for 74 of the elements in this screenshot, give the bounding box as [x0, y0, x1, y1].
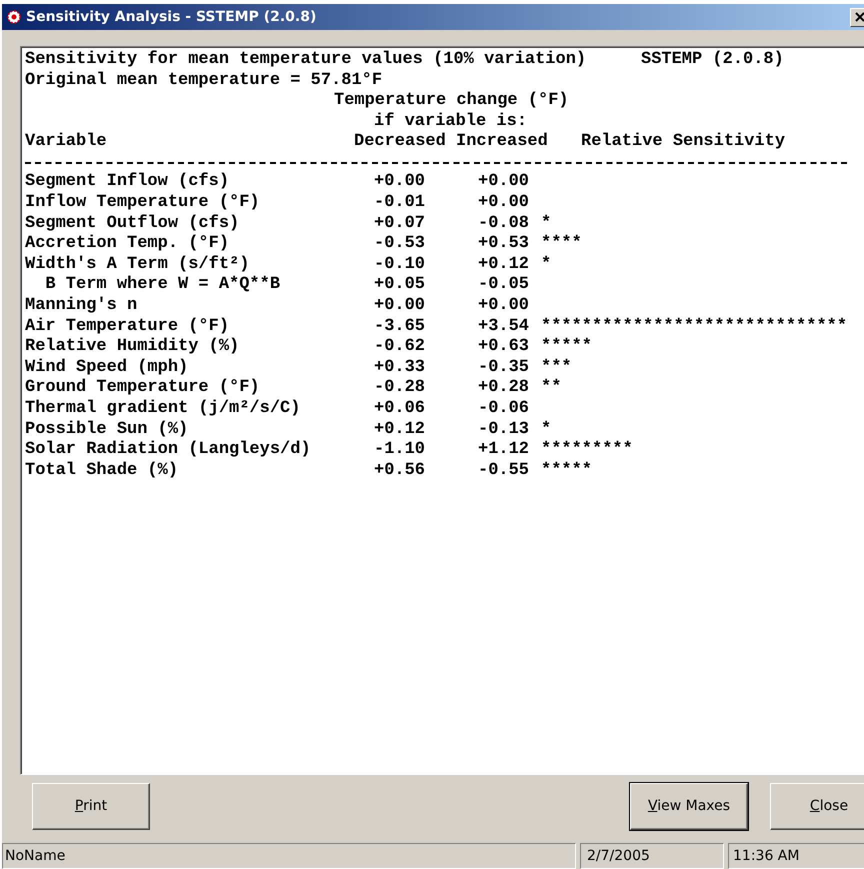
version-label: SSTEMP (2.0.8) — [641, 50, 784, 71]
value-cell-text: -0.55 — [478, 460, 530, 482]
value-cell-text: +0.07 — [374, 214, 426, 234]
dialog-button[interactable]: Close — [770, 782, 864, 830]
variable-cell-text: Possible Sun (%) — [25, 420, 190, 440]
value-cell-text: +0.00 — [478, 192, 530, 214]
value-cell-text: -0.01 — [374, 192, 426, 214]
value-cell-text: -1.10 — [374, 440, 426, 461]
sensitivity-stars: * — [541, 214, 552, 234]
variable-cell-text: Total Shade (%) — [25, 460, 180, 482]
status-panel: 2/7/2005 — [580, 843, 724, 869]
column-header: Increased — [456, 132, 549, 154]
variable-cell-text: Manning's n — [25, 296, 138, 317]
value-cell-text: -0.13 — [478, 420, 530, 440]
variable-cell-text: Ground Temperature (°F) — [25, 378, 261, 399]
report-title: Sensitivity for mean temperature values (10% variation) — [25, 50, 588, 71]
sensitivity-stars: ** — [541, 378, 562, 399]
variable-cell-text: Relative Humidity (%) — [25, 337, 240, 358]
value-cell-text: +0.28 — [478, 378, 530, 399]
value-cell-text: +0.12 — [374, 420, 426, 440]
sensitivity-stars: ***** — [541, 460, 592, 482]
value-cell-text: +0.00 — [478, 172, 530, 193]
dialog-button[interactable]: View Maxes — [630, 782, 748, 830]
value-cell-text: -0.35 — [478, 358, 530, 378]
value-cell-text: +0.33 — [374, 358, 426, 378]
value-cell-text: +0.00 — [478, 296, 530, 317]
variable-cell-text: Accretion Temp. (°F) — [25, 234, 230, 255]
close-icon — [855, 12, 864, 22]
column-header: Variable — [25, 132, 108, 154]
variable-cell-text: Width's A Term (s/ft²) — [25, 254, 250, 276]
window-title: Sensitivity Analysis - SSTEMP (2.0.8) — [26, 9, 316, 25]
value-cell-text: +0.05 — [374, 275, 426, 296]
status-panel: NoName — [2, 843, 576, 869]
value-cell-text: -0.08 — [478, 214, 530, 234]
status-panel: 11:36 AM — [728, 843, 864, 869]
variable-cell-text: Inflow Temperature (°F) — [25, 192, 261, 214]
sensitivity-stars: *** — [541, 358, 572, 378]
sensitivity-stars: * — [541, 254, 552, 276]
value-cell-text: -3.65 — [374, 316, 426, 338]
value-cell-text: -0.05 — [478, 275, 530, 296]
variable-cell-text: Thermal gradient (j/m²/s/C) — [25, 398, 302, 420]
variable-cell-text: Solar Radiation (Langleys/d) — [25, 440, 312, 461]
sensitivity-stars: ***** — [541, 337, 592, 358]
value-cell-text: +0.06 — [374, 398, 426, 420]
group-subheading: if variable is: — [374, 112, 528, 132]
app-icon — [6, 9, 22, 25]
variable-cell-text: Segment Outflow (cfs) — [25, 214, 240, 234]
sensitivity-stars: **** — [541, 234, 582, 255]
value-cell-text: -0.53 — [374, 234, 426, 255]
value-cell-text: -0.28 — [374, 378, 426, 399]
variable-cell-text: Segment Inflow (cfs) — [25, 172, 230, 193]
dialog-button[interactable]: Print — [32, 782, 150, 830]
value-cell-text: +1.12 — [478, 440, 530, 461]
value-cell-text: +0.53 — [478, 234, 530, 255]
sensitivity-stars: ********* — [541, 440, 633, 461]
value-cell-text: -0.62 — [374, 337, 426, 358]
variable-cell-text: Air Temperature (°F) — [25, 316, 230, 338]
close-button[interactable] — [850, 8, 864, 26]
group-heading: Temperature change (°F) — [334, 91, 569, 112]
value-cell-text: +0.63 — [478, 337, 530, 358]
value-cell-text: -0.06 — [478, 398, 530, 420]
sensitivity-stars: * — [541, 420, 552, 440]
value-cell-text: +0.56 — [374, 460, 426, 482]
value-cell-text: +0.00 — [374, 296, 426, 317]
variable-cell-text: B Term where W = A*Q**B — [44, 275, 282, 296]
variable-cell-text: Wind Speed (mph) — [25, 358, 190, 378]
sensitivity-stars: ****************************** — [541, 316, 848, 338]
column-header: Decreased — [354, 132, 447, 154]
value-cell-text: +0.00 — [374, 172, 426, 193]
value-cell-text: -0.10 — [374, 254, 426, 276]
column-header: Relative Sensitivity — [581, 132, 786, 154]
value-cell-text: +3.54 — [478, 316, 530, 338]
value-cell-text: +0.12 — [478, 254, 530, 276]
original-temperature: Original mean temperature = 57.81°F — [25, 70, 382, 92]
